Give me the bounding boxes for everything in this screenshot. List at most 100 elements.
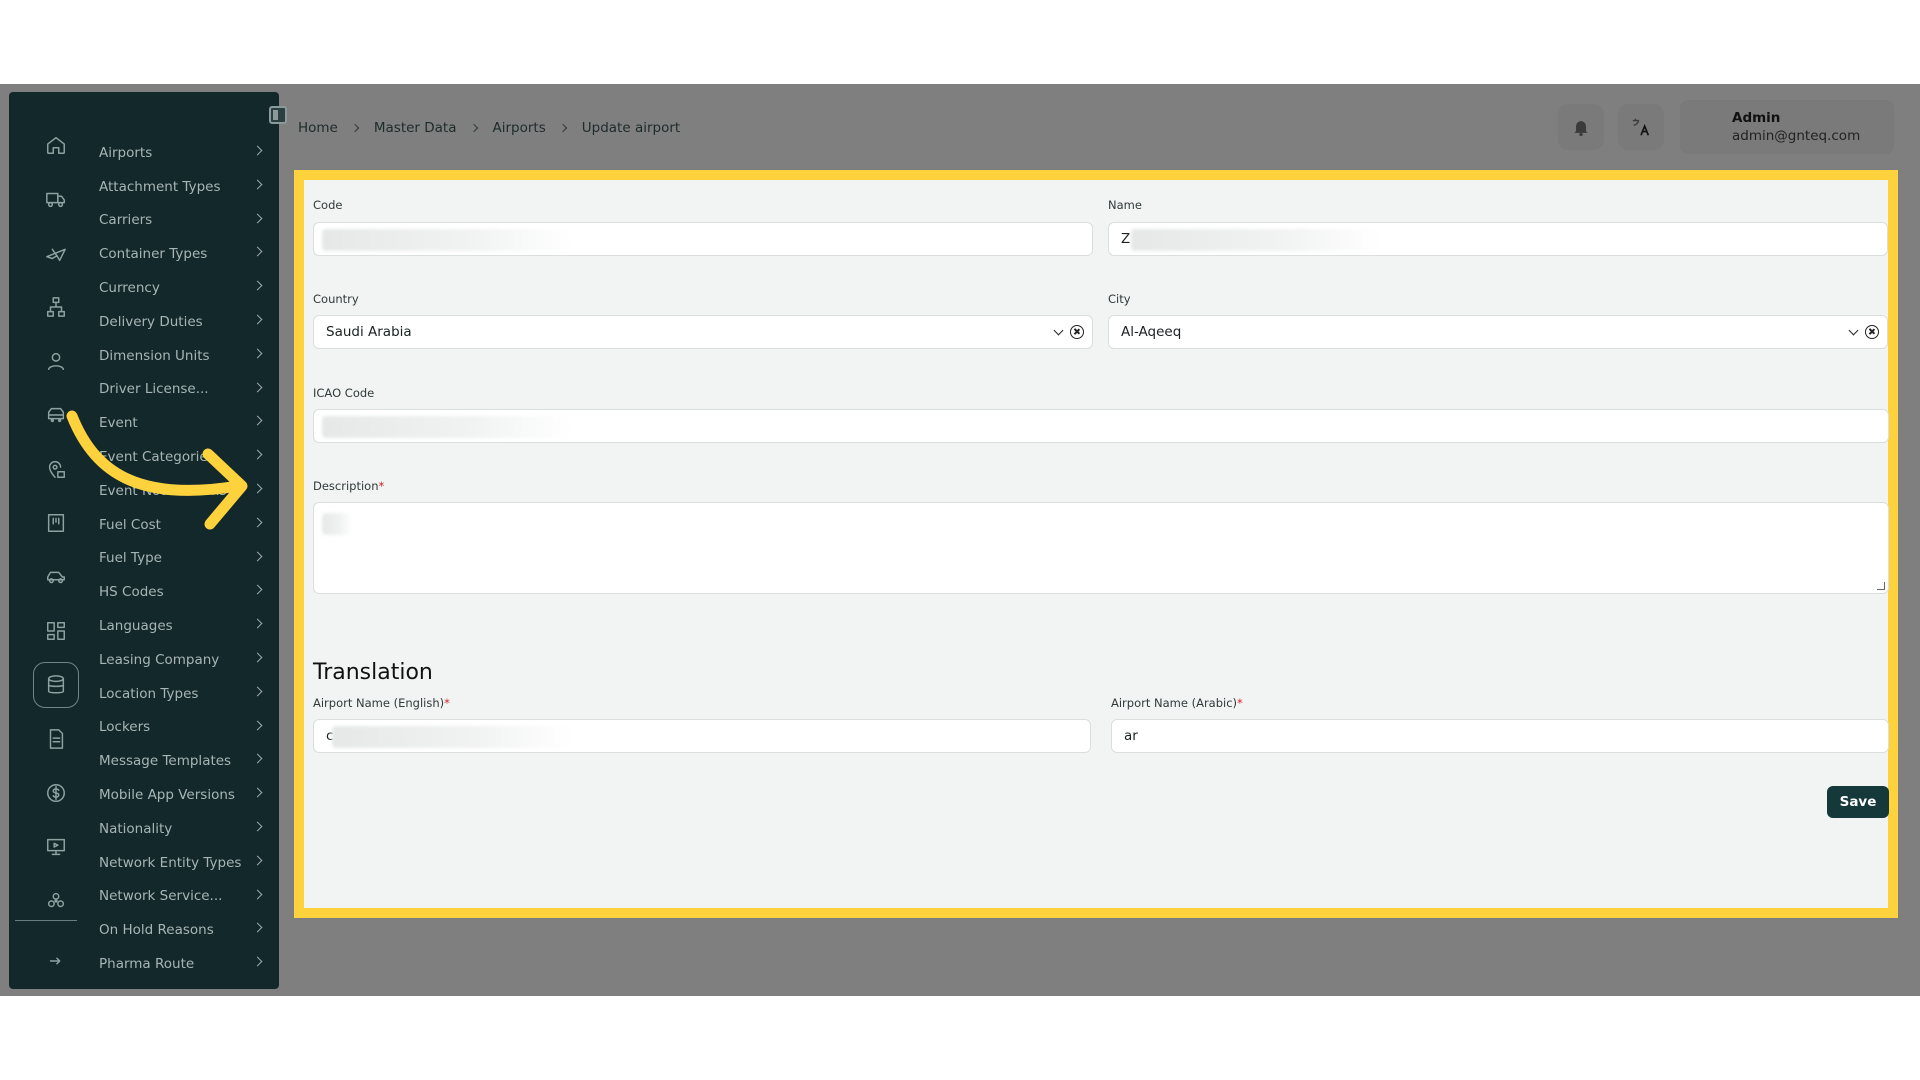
vehicle-bus-icon[interactable] bbox=[33, 392, 79, 438]
sidebar-item[interactable]: Driver License... bbox=[99, 373, 275, 407]
rail-divider bbox=[15, 920, 77, 921]
sidebar-item-label: Network Entity Types bbox=[99, 854, 242, 871]
breadcrumb-home[interactable]: Home bbox=[298, 120, 338, 136]
translation-title: Translation bbox=[313, 660, 433, 685]
required-mark: * bbox=[444, 696, 450, 710]
airport-name-ar-input[interactable]: ar bbox=[1111, 719, 1889, 753]
location-icon[interactable] bbox=[33, 446, 79, 492]
clear-icon[interactable] bbox=[1070, 325, 1084, 339]
sidebar-item[interactable]: Network Entity Types bbox=[99, 846, 275, 880]
chevron-right-icon bbox=[252, 956, 263, 967]
sidebar-item[interactable]: Carriers bbox=[99, 204, 275, 238]
dollar-icon[interactable] bbox=[33, 770, 79, 816]
chevron-right-icon bbox=[252, 787, 263, 798]
sidebar-item[interactable]: Languages bbox=[99, 609, 275, 643]
sidebar-item[interactable]: Nationality bbox=[99, 812, 275, 846]
sidebar-item[interactable]: Dimension Units bbox=[99, 339, 275, 373]
select-controls bbox=[1848, 325, 1879, 339]
sidebar-item-label: Fuel Type bbox=[99, 550, 162, 567]
city-value: Al-Aqeeq bbox=[1121, 324, 1182, 340]
sidebar-item[interactable]: Delivery Duties bbox=[99, 305, 275, 339]
sidebar-item-label: Event bbox=[99, 415, 138, 432]
hierarchy-icon[interactable] bbox=[33, 284, 79, 330]
sidebar-item[interactable]: Event Categories bbox=[99, 440, 275, 474]
sidebar-item[interactable]: Event Notifications bbox=[99, 474, 275, 508]
chevron-right-icon bbox=[252, 246, 263, 257]
airport-name-ar-value: ar bbox=[1124, 728, 1138, 744]
sidebar-item-label: Driver License... bbox=[99, 381, 209, 398]
description-label: Description* bbox=[313, 479, 384, 493]
sidebar-item-label: On Hold Reasons bbox=[99, 922, 214, 939]
airport-name-en-label: Airport Name (English)* bbox=[313, 696, 450, 710]
collapse-sidebar-button[interactable] bbox=[269, 106, 287, 124]
chevron-right-icon bbox=[252, 551, 263, 562]
country-select[interactable]: Saudi Arabia bbox=[313, 315, 1093, 349]
network-icon[interactable] bbox=[33, 878, 79, 924]
home-icon[interactable] bbox=[33, 122, 79, 168]
sidebar-item[interactable]: Airports bbox=[99, 136, 275, 170]
board-icon[interactable] bbox=[33, 500, 79, 546]
sidebar-item-label: Network Service... bbox=[99, 888, 223, 905]
sidebar-item[interactable]: Fuel Type bbox=[99, 542, 275, 576]
sidebar-item[interactable]: Lockers bbox=[99, 711, 275, 745]
sidebar-item-label: Mobile App Versions bbox=[99, 787, 235, 804]
sidebar-item[interactable]: Currency bbox=[99, 271, 275, 305]
sidebar-item[interactable]: Network Service... bbox=[99, 880, 275, 914]
city-select[interactable]: Al-Aqeeq bbox=[1108, 315, 1888, 349]
database-icon[interactable] bbox=[33, 662, 79, 708]
breadcrumb-current: Update airport bbox=[581, 120, 681, 136]
chevron-right-icon bbox=[252, 855, 263, 866]
chevron-right-icon bbox=[252, 686, 263, 697]
chevron-right-icon bbox=[252, 179, 263, 190]
sidebar-item-label: Airports bbox=[99, 144, 153, 161]
chevron-down-icon[interactable] bbox=[1053, 325, 1064, 335]
sidebar-item[interactable]: HS Codes bbox=[99, 575, 275, 609]
sidebar-item[interactable]: Location Types bbox=[99, 677, 275, 711]
document-icon[interactable] bbox=[33, 716, 79, 762]
sidebar-item-label: Event Notifications bbox=[99, 482, 227, 499]
user-menu[interactable]: Admin admin@gnteq.com bbox=[1680, 100, 1894, 154]
user-icon[interactable] bbox=[33, 338, 79, 384]
grid-icon[interactable] bbox=[33, 608, 79, 654]
chevron-right-icon bbox=[252, 483, 263, 494]
breadcrumb-airports[interactable]: Airports bbox=[493, 120, 546, 136]
sidebar-item[interactable]: Leasing Company bbox=[99, 643, 275, 677]
notifications-button[interactable] bbox=[1558, 104, 1604, 150]
bell-icon bbox=[1574, 121, 1588, 137]
clear-icon[interactable] bbox=[1865, 325, 1879, 339]
sidebar-item[interactable]: Event bbox=[99, 406, 275, 440]
sidebar-item[interactable]: Mobile App Versions bbox=[99, 778, 275, 812]
sidebar-item-label: Message Templates bbox=[99, 753, 232, 770]
sidebar: Airports Attachment Types Carriers Containe… bbox=[9, 92, 287, 989]
name-input[interactable]: Z bbox=[1108, 222, 1888, 256]
code-input[interactable] bbox=[313, 222, 1093, 256]
description-label-text: Description bbox=[313, 479, 379, 493]
chevron-right-icon bbox=[252, 145, 263, 156]
chevron-right-icon bbox=[469, 123, 478, 133]
chevron-down-icon[interactable] bbox=[1848, 325, 1859, 335]
car-icon[interactable] bbox=[33, 554, 79, 600]
sidebar-item-label: Fuel Cost bbox=[99, 516, 161, 533]
logout-icon[interactable] bbox=[33, 938, 79, 984]
save-button[interactable]: Save bbox=[1827, 786, 1889, 818]
language-button[interactable] bbox=[1618, 104, 1664, 150]
sidebar-item[interactable]: Attachment Types bbox=[99, 170, 275, 204]
monitor-icon[interactable] bbox=[33, 824, 79, 870]
icao-input[interactable] bbox=[313, 409, 1889, 443]
redacted-area bbox=[322, 513, 352, 535]
breadcrumb-master-data[interactable]: Master Data bbox=[374, 120, 457, 136]
sidebar-item-label: Currency bbox=[99, 280, 160, 297]
sidebar-item[interactable]: Pharma Route bbox=[99, 947, 275, 981]
breadcrumb: Home Master Data Airports Update airport bbox=[298, 120, 680, 136]
sidebar-item[interactable]: Container Types bbox=[99, 237, 275, 271]
sidebar-item-label: Dimension Units bbox=[99, 347, 210, 364]
sidebar-item[interactable]: Message Templates bbox=[99, 744, 275, 778]
plane-icon[interactable] bbox=[33, 230, 79, 276]
icon-rail bbox=[9, 92, 89, 989]
truck-icon[interactable] bbox=[33, 176, 79, 222]
sidebar-item[interactable]: On Hold Reasons bbox=[99, 913, 275, 947]
airport-name-en-input[interactable]: c bbox=[313, 719, 1091, 753]
resize-handle[interactable] bbox=[1877, 582, 1885, 590]
description-textarea[interactable] bbox=[313, 502, 1889, 594]
sidebar-item[interactable]: Fuel Cost bbox=[99, 508, 275, 542]
